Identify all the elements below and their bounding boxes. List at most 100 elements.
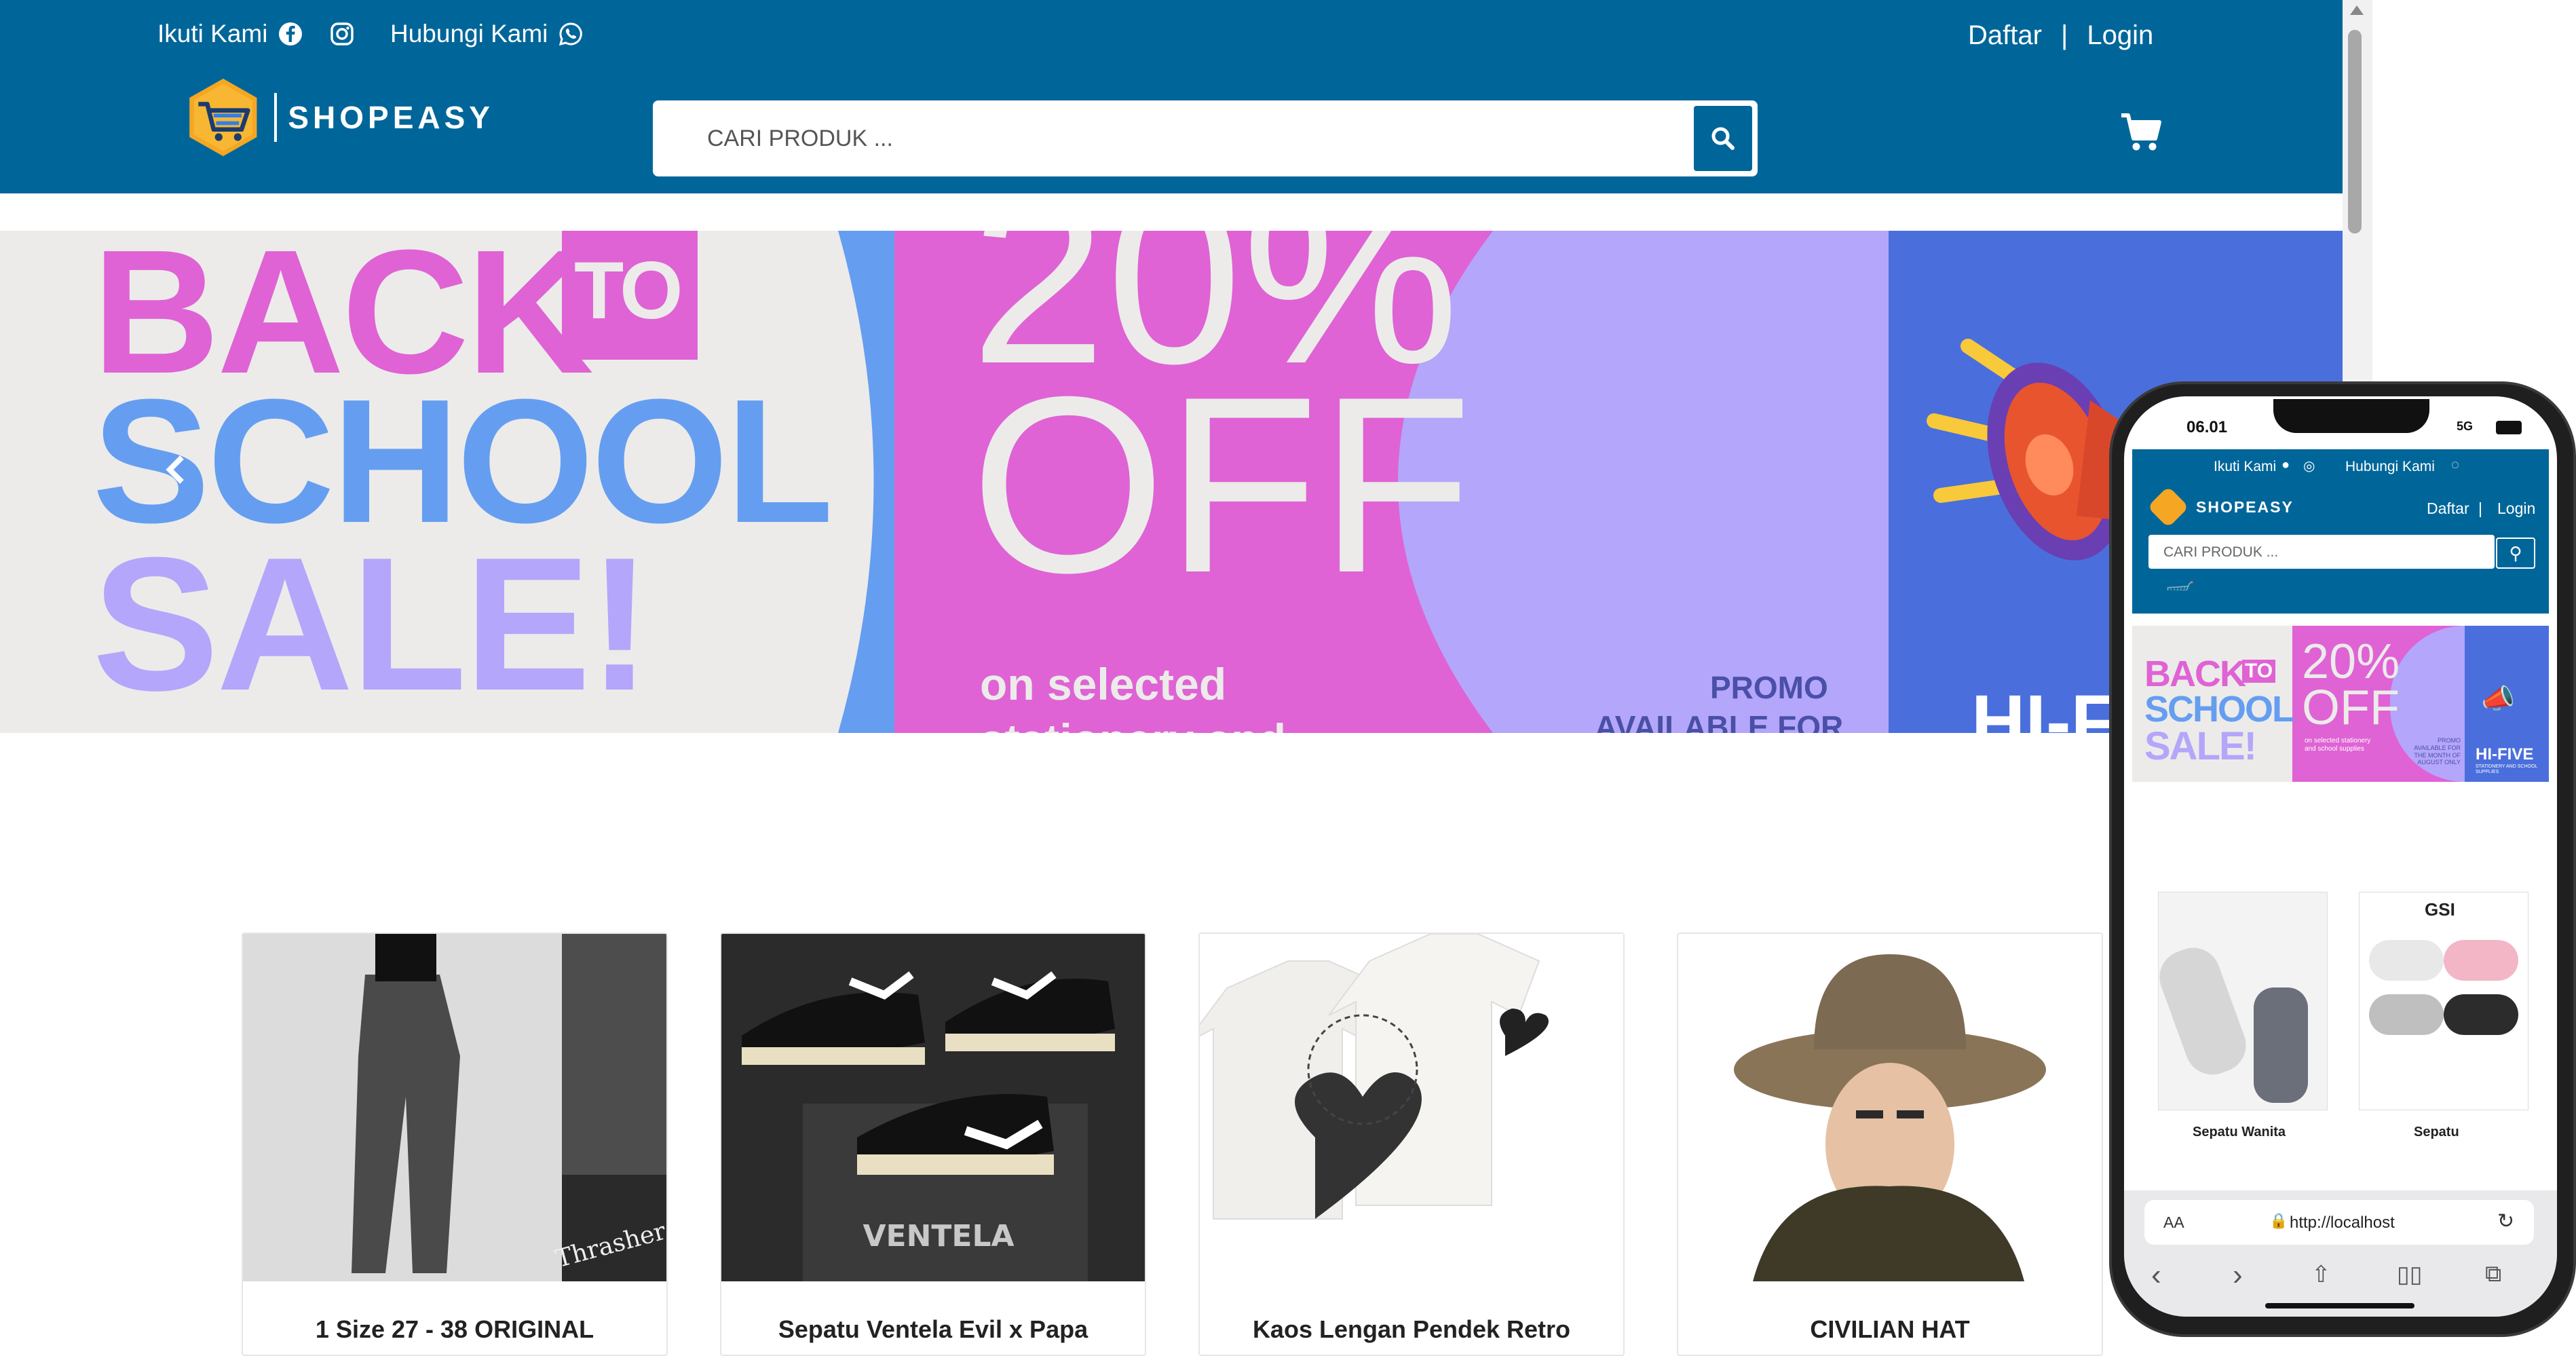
phone-preview: 06.01 5G Ikuti Kami ● ◎ Hubungi Kami ◌ S… <box>2109 381 2576 1337</box>
phone-search-input[interactable]: CARI PRODUK ... <box>2148 535 2495 569</box>
phone-logo-icon <box>2147 486 2189 528</box>
site-logo[interactable]: SHOPEASY <box>182 73 494 162</box>
phone-signal: 5G <box>2457 419 2474 433</box>
reload-icon[interactable]: ↻ <box>2497 1209 2514 1233</box>
phone-time: 06.01 <box>2186 418 2228 436</box>
svg-text:VENTELA: VENTELA <box>863 1219 1014 1254</box>
promo-banner-carousel[interactable]: BACK TO SCHOOL SALE! 20% OFF on selected… <box>0 231 2343 733</box>
phone-shoe-pink <box>2444 940 2518 981</box>
phone-auth-separator: | <box>2478 500 2482 517</box>
phone-banner-small-right: PROMO AVAILABLE FOR THE MONTH OF AUGUST … <box>2414 737 2461 766</box>
phone-browser-bar: AA 🔒 http://localhost ↻ ‹ › ⇧ ▯▯ ⧉ <box>2124 1190 2557 1317</box>
phone-search-button[interactable]: ⚲ <box>2496 538 2535 569</box>
phone-search-placeholder: CARI PRODUK ... <box>2163 544 2279 560</box>
phone-product-legs <box>2254 987 2308 1103</box>
phone-address-bar[interactable]: AA 🔒 http://localhost ↻ <box>2144 1200 2534 1245</box>
cart-logo-icon <box>189 78 257 157</box>
cart-icon[interactable] <box>2119 110 2162 153</box>
logo-divider <box>273 93 278 142</box>
product-card[interactable]: CIVILIAN HAT <box>1677 933 2103 1356</box>
banner-promo-text: PROMO <box>1710 670 1828 705</box>
phone-header: Ikuti Kami ● ◎ Hubungi Kami ◌ SHOPEASY D… <box>2132 449 2549 607</box>
phone-header-bottom <box>2132 590 2549 614</box>
product-image <box>1200 934 1623 1281</box>
instagram-icon[interactable]: ◎ <box>2303 457 2315 474</box>
register-link[interactable]: Daftar <box>1968 20 2042 51</box>
phone-banner-small-left: on selected stationery and school suppli… <box>2305 737 2371 753</box>
scrollbar-thumb[interactable] <box>2348 30 2362 233</box>
phone-banner-off: OFF <box>2302 681 2400 735</box>
product-image <box>1678 934 2102 1281</box>
product-title: CIVILIAN HAT <box>1810 1315 1970 1343</box>
banner-selected-cut: stationery and <box>980 714 1286 733</box>
product-image: Thrasher <box>243 934 666 1281</box>
search-button[interactable] <box>1694 106 1752 171</box>
phone-banner-brand: HI-FIVE <box>2476 745 2534 764</box>
login-link[interactable]: Login <box>2087 20 2153 51</box>
scroll-up-arrow-icon[interactable] <box>2350 5 2364 15</box>
search-bar <box>653 100 1758 176</box>
whatsapp-icon[interactable] <box>558 22 583 46</box>
phone-contact-label: Hubungi Kami <box>2345 459 2435 474</box>
tabs-icon[interactable]: ⧉ <box>2485 1261 2501 1287</box>
phone-follow-label: Ikuti Kami <box>2214 459 2277 474</box>
phone-register-link[interactable]: Daftar <box>2427 500 2469 518</box>
phone-address-font[interactable]: AA <box>2163 1213 2184 1232</box>
banner-line-to: TO <box>574 245 683 336</box>
product-title: Kaos Lengan Pendek Retro <box>1252 1315 1571 1343</box>
bookmarks-icon[interactable]: ▯▯ <box>2397 1261 2422 1288</box>
auth-separator: | <box>2060 20 2068 50</box>
phone-login-link[interactable]: Login <box>2497 500 2535 518</box>
back-icon[interactable]: ‹ <box>2151 1258 2161 1292</box>
banner-off: OFF <box>970 345 1473 625</box>
phone-status-bar: 06.01 5G <box>2124 396 2557 449</box>
lock-icon: 🔒 <box>2269 1212 2288 1229</box>
carousel-prev-button[interactable] <box>155 449 195 490</box>
phone-screen: 06.01 5G Ikuti Kami ● ◎ Hubungi Kami ◌ S… <box>2124 396 2557 1317</box>
auth-links: Daftar | Login <box>1968 19 2153 52</box>
whatsapp-icon[interactable]: ◌ <box>2451 457 2459 473</box>
phone-product-title: Sepatu Wanita <box>2193 1125 2286 1140</box>
phone-shoe-black <box>2444 994 2518 1035</box>
phone-shoe-white <box>2369 940 2444 981</box>
phone-banner[interactable]: BACK TO SCHOOL SALE! 20% OFF on selected… <box>2132 626 2549 782</box>
brand-name: SHOPEASY <box>288 100 494 135</box>
facebook-icon[interactable] <box>278 22 303 46</box>
forward-icon[interactable]: › <box>2233 1258 2243 1292</box>
search-icon: ⚲ <box>2509 543 2522 563</box>
phone-banner-to: TO <box>2242 660 2276 683</box>
phone-banner-sale: SALE! <box>2144 724 2257 768</box>
contact-us: Hubungi Kami <box>390 20 583 48</box>
banner-selected-text: on selected <box>980 659 1227 709</box>
site-header: Ikuti Kami Hubungi Kami SHOPEASY CARI PR… <box>0 0 2343 193</box>
home-indicator <box>2265 1303 2414 1308</box>
contact-us-label: Hubungi Kami <box>390 20 548 48</box>
phone-url: http://localhost <box>2290 1213 2395 1232</box>
phone-divider <box>2132 614 2549 619</box>
product-card[interactable]: VENTELA Sepatu Ventela Evil x Papa <box>720 933 1146 1356</box>
product-title: Sepatu Ventela Evil x Papa <box>778 1315 1088 1343</box>
phone-notch <box>2273 399 2429 433</box>
facebook-icon[interactable]: ● <box>2281 457 2290 473</box>
phone-brand[interactable]: SHOPEASY <box>2196 498 2294 516</box>
follow-us-label: Ikuti Kami <box>157 20 268 48</box>
battery-icon <box>2496 421 2522 434</box>
phone-banner-brand-sub: STATIONERY AND SCHOOL SUPPLIES <box>2476 764 2538 774</box>
product-card[interactable]: Thrasher 1 Size 27 - 38 ORIGINAL <box>242 933 668 1356</box>
product-card[interactable]: Kaos Lengan Pendek Retro <box>1198 933 1625 1356</box>
product-title: 1 Size 27 - 38 ORIGINAL <box>315 1315 594 1343</box>
search-icon <box>1711 127 1735 150</box>
banner-line-sale: SALE! <box>92 519 651 730</box>
phone-product-tag: GSI <box>2425 899 2455 920</box>
instagram-icon[interactable] <box>330 22 354 46</box>
phone-product-card[interactable]: GSI Sepatu <box>2359 892 2528 1140</box>
product-image: VENTELA <box>721 934 1145 1281</box>
share-icon[interactable]: ⇧ <box>2311 1261 2331 1288</box>
phone-product-title: Sepatu <box>2414 1125 2459 1140</box>
chevron-left-icon <box>166 455 184 484</box>
megaphone-icon: 📣 <box>2481 684 2515 714</box>
banner-available-text: AVAILABLE FOR <box>1595 709 1844 733</box>
phone-product-card[interactable]: Sepatu Wanita <box>2152 892 2328 1140</box>
follow-us: Ikuti Kami <box>157 20 354 48</box>
search-input[interactable] <box>707 100 1657 176</box>
